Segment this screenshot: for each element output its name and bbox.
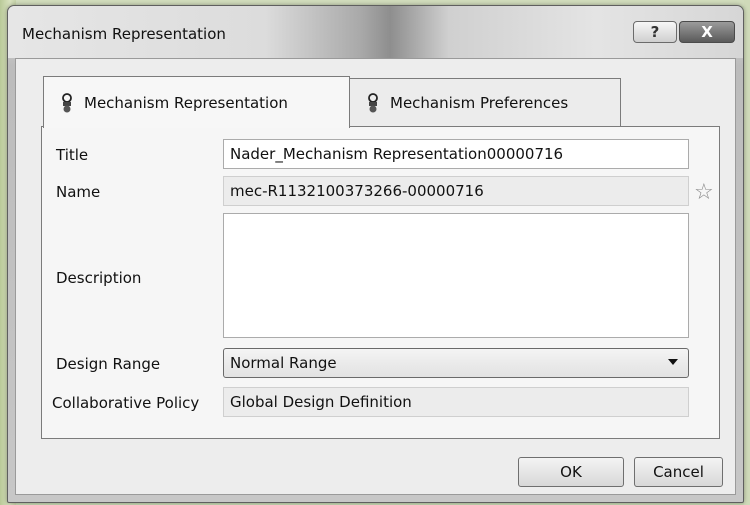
cancel-button[interactable]: Cancel: [634, 457, 723, 487]
design-range-value: Normal Range: [230, 354, 337, 372]
dialog-window: Mechanism Representation ? X Mechanism R…: [7, 5, 744, 503]
description-textarea[interactable]: [223, 213, 689, 338]
tab-mechanism-preferences[interactable]: Mechanism Preferences: [349, 78, 621, 126]
mechanism-icon: [366, 92, 380, 113]
ok-button[interactable]: OK: [518, 457, 624, 487]
mechanism-icon: [60, 92, 74, 113]
tab-mechanism-representation[interactable]: Mechanism Representation: [43, 76, 350, 128]
help-icon: ?: [650, 23, 660, 41]
title-label: Title: [56, 146, 89, 164]
window-title: Mechanism Representation: [22, 25, 226, 43]
tab-panel: Title Nader_Mechanism Representation0000…: [41, 126, 720, 439]
close-button[interactable]: X: [679, 21, 735, 43]
help-button[interactable]: ?: [633, 21, 677, 43]
desktop-edge-right: [744, 0, 750, 505]
title-bar[interactable]: Mechanism Representation ? X: [8, 6, 743, 58]
chevron-down-icon: [668, 359, 678, 365]
collaborative-policy-label: Collaborative Policy: [52, 394, 200, 412]
star-icon[interactable]: ☆: [694, 180, 714, 205]
title-input[interactable]: Nader_Mechanism Representation00000716: [223, 139, 689, 169]
close-icon: X: [701, 23, 713, 41]
tab-label: Mechanism Representation: [84, 93, 288, 112]
name-field: mec-R1132100373266-00000716: [223, 176, 689, 206]
name-label: Name: [56, 183, 101, 201]
tab-label: Mechanism Preferences: [390, 93, 569, 112]
design-range-label: Design Range: [56, 355, 161, 373]
collaborative-policy-field: Global Design Definition: [223, 387, 689, 417]
design-range-select[interactable]: Normal Range: [223, 348, 689, 378]
dialog-body: Mechanism Representation Mechanism Prefe…: [15, 58, 736, 495]
description-label: Description: [56, 269, 142, 287]
